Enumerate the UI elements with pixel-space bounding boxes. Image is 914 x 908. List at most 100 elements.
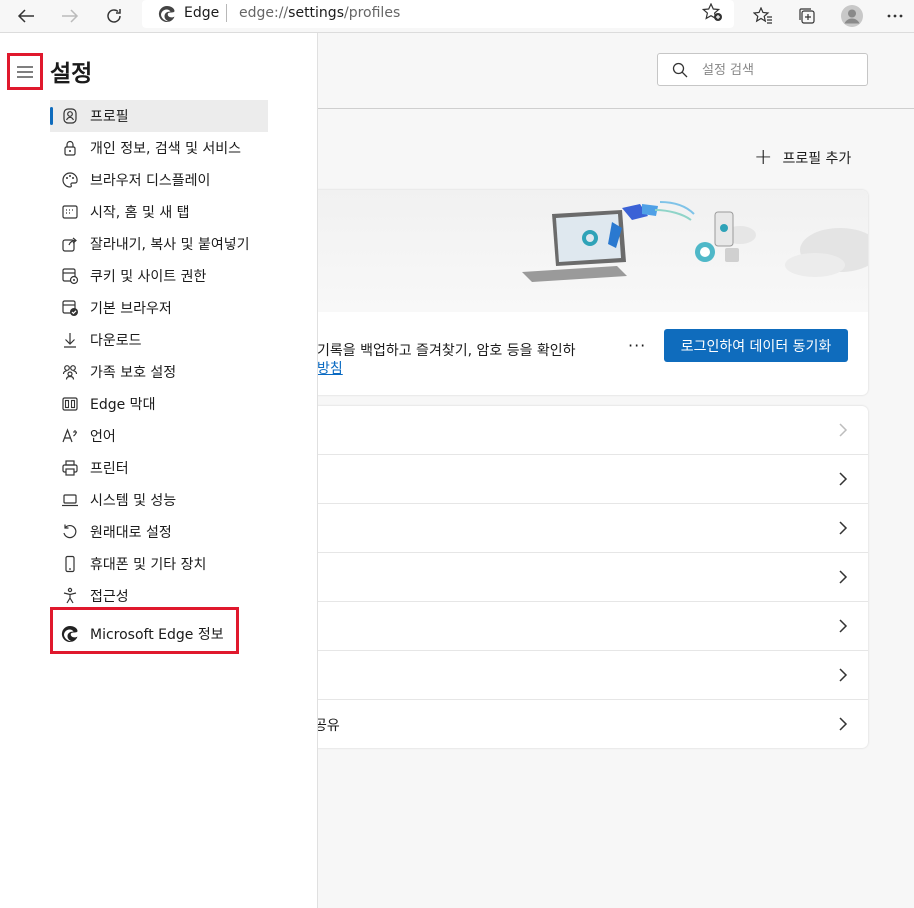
sidebar-item-label: 브라우저 디스플레이 bbox=[90, 173, 211, 189]
add-profile-button[interactable]: + 프로필 추가 bbox=[754, 145, 852, 170]
sidebar-item-reset[interactable]: 원래대로 설정 bbox=[50, 516, 268, 548]
sidebar-item-label: 언어 bbox=[90, 429, 116, 445]
profile-settings-list: 공유 bbox=[300, 406, 868, 748]
sidebar-item-download[interactable]: 다운로드 bbox=[50, 324, 268, 356]
lock-icon bbox=[61, 139, 79, 157]
site-permissions-icon bbox=[61, 267, 79, 285]
sidebar-item-profile[interactable]: 프로필 bbox=[50, 100, 268, 132]
settings-row-share[interactable]: 공유 bbox=[300, 700, 868, 749]
sidebar-item-share[interactable]: 잘라내기, 복사 및 붙여넣기 bbox=[50, 228, 268, 260]
language-icon bbox=[61, 427, 79, 445]
sidebar-item-label: 기본 브라우저 bbox=[90, 301, 172, 317]
printer-icon bbox=[61, 459, 79, 477]
add-favorite-button[interactable] bbox=[701, 2, 724, 27]
settings-more-button[interactable] bbox=[880, 2, 910, 30]
sidebar-item-label: 휴대폰 및 기타 장치 bbox=[90, 557, 207, 573]
sidebar-item-phone[interactable]: 휴대폰 및 기타 장치 bbox=[50, 548, 268, 580]
settings-nav: 프로필개인 정보, 검색 및 서비스브라우저 디스플레이시작, 홈 및 새 탭잘… bbox=[50, 100, 268, 650]
profile-icon bbox=[61, 107, 79, 125]
collections-button[interactable] bbox=[792, 2, 822, 30]
profile-card: 기록을 백업하고 즐겨찾기, 암호 등을 확인하 방침 ··· 로그인하여 데이… bbox=[300, 190, 868, 395]
hamburger-menu-icon bbox=[17, 65, 33, 78]
refresh-button[interactable] bbox=[99, 2, 129, 30]
family-icon bbox=[61, 363, 79, 381]
settings-row[interactable] bbox=[300, 602, 868, 651]
url-host: settings bbox=[288, 5, 344, 21]
url-path: /profiles bbox=[344, 5, 401, 21]
profile-button[interactable] bbox=[837, 2, 867, 30]
refresh-icon bbox=[107, 9, 121, 23]
sidebar-item-label: 다운로드 bbox=[90, 333, 142, 349]
more-options-button[interactable]: ··· bbox=[628, 336, 646, 355]
download-icon bbox=[61, 331, 79, 349]
palette-icon bbox=[61, 171, 79, 189]
sidebar-item-label: 잘라내기, 복사 및 붙여넣기 bbox=[90, 237, 250, 253]
sidebar-item-lock[interactable]: 개인 정보, 검색 및 서비스 bbox=[50, 132, 268, 164]
sync-description: 기록을 백업하고 즐겨찾기, 암호 등을 확인하 bbox=[317, 343, 576, 359]
sidebar-item-label: 프린터 bbox=[90, 461, 129, 477]
plus-icon: + bbox=[754, 145, 773, 170]
sidebar-item-label: 시스템 및 성능 bbox=[90, 493, 177, 509]
settings-search[interactable] bbox=[657, 53, 868, 86]
search-icon bbox=[672, 62, 688, 78]
avatar-icon bbox=[841, 5, 863, 27]
chevron-right-icon bbox=[839, 570, 848, 584]
settings-row[interactable] bbox=[300, 553, 868, 602]
collections-icon bbox=[799, 8, 815, 24]
sidebar-item-site-permissions[interactable]: 쿠키 및 사이트 권한 bbox=[50, 260, 268, 292]
star-add-icon bbox=[701, 2, 722, 21]
page-title: 설정 bbox=[50, 61, 93, 87]
chevron-right-icon bbox=[839, 472, 848, 486]
phone-icon bbox=[61, 555, 79, 573]
forward-arrow-icon bbox=[62, 9, 79, 23]
sidebar-item-label: 개인 정보, 검색 및 서비스 bbox=[90, 141, 242, 157]
sidebar-item-palette[interactable]: 브라우저 디스플레이 bbox=[50, 164, 268, 196]
sidebar-item-printer[interactable]: 프린터 bbox=[50, 452, 268, 484]
edge-bar-icon bbox=[61, 395, 79, 413]
menu-toggle-button[interactable] bbox=[7, 53, 43, 90]
sidebar-item-label: 원래대로 설정 bbox=[90, 525, 172, 541]
sidebar-item-edge-bar[interactable]: Edge 막대 bbox=[50, 388, 268, 420]
sidebar-item-laptop[interactable]: 시스템 및 성능 bbox=[50, 484, 268, 516]
chevron-right-icon bbox=[839, 668, 848, 682]
chevron-right-icon bbox=[839, 521, 848, 535]
add-profile-label: 프로필 추가 bbox=[782, 151, 852, 167]
edge-logo-icon bbox=[158, 5, 175, 22]
sidebar-item-label: 가족 보호 설정 bbox=[90, 365, 177, 381]
sidebar-item-language[interactable]: 언어 bbox=[50, 420, 268, 452]
chevron-right-icon bbox=[839, 619, 848, 633]
settings-row[interactable] bbox=[300, 406, 868, 455]
search-input[interactable] bbox=[702, 60, 857, 80]
sidebar-item-label: 쿠키 및 사이트 권한 bbox=[90, 269, 207, 285]
sidebar-item-default-browser[interactable]: 기본 브라우저 bbox=[50, 292, 268, 324]
sidebar-item-family[interactable]: 가족 보호 설정 bbox=[50, 356, 268, 388]
site-name: Edge bbox=[184, 5, 220, 21]
default-browser-icon bbox=[61, 299, 79, 317]
url-text: edge://settings/profiles bbox=[239, 5, 400, 21]
address-separator bbox=[226, 4, 227, 22]
sync-banner-illustration bbox=[300, 190, 868, 312]
sidebar-item-label: 접근성 bbox=[90, 589, 129, 605]
favorites-button[interactable] bbox=[748, 2, 778, 30]
sidebar-item-label: 시작, 홈 및 새 탭 bbox=[90, 205, 190, 221]
forward-button[interactable] bbox=[55, 2, 85, 30]
sidebar-item-label: 프로필 bbox=[90, 109, 129, 125]
settings-row[interactable] bbox=[300, 455, 868, 504]
chevron-right-icon bbox=[839, 423, 848, 437]
back-arrow-icon bbox=[17, 9, 34, 23]
settings-row[interactable] bbox=[300, 651, 868, 700]
sidebar-item-label: Edge 막대 bbox=[90, 397, 156, 413]
about-highlight-box bbox=[50, 607, 239, 654]
back-button[interactable] bbox=[11, 2, 41, 30]
reset-icon bbox=[61, 523, 79, 541]
url-prefix: edge:// bbox=[239, 5, 289, 21]
devices-illustration bbox=[522, 201, 868, 282]
sidebar-item-new-tab[interactable]: 시작, 홈 및 새 탭 bbox=[50, 196, 268, 228]
privacy-policy-link[interactable]: 방침 bbox=[317, 358, 343, 378]
sign-in-sync-button[interactable]: 로그인하여 데이터 동기화 bbox=[664, 329, 848, 362]
settings-row[interactable] bbox=[300, 504, 868, 553]
share-icon bbox=[61, 235, 79, 253]
favorites-icon bbox=[753, 7, 772, 24]
browser-toolbar: Edge edge://settings/profiles bbox=[0, 0, 914, 33]
address-bar[interactable]: Edge edge://settings/profiles bbox=[142, 0, 734, 28]
